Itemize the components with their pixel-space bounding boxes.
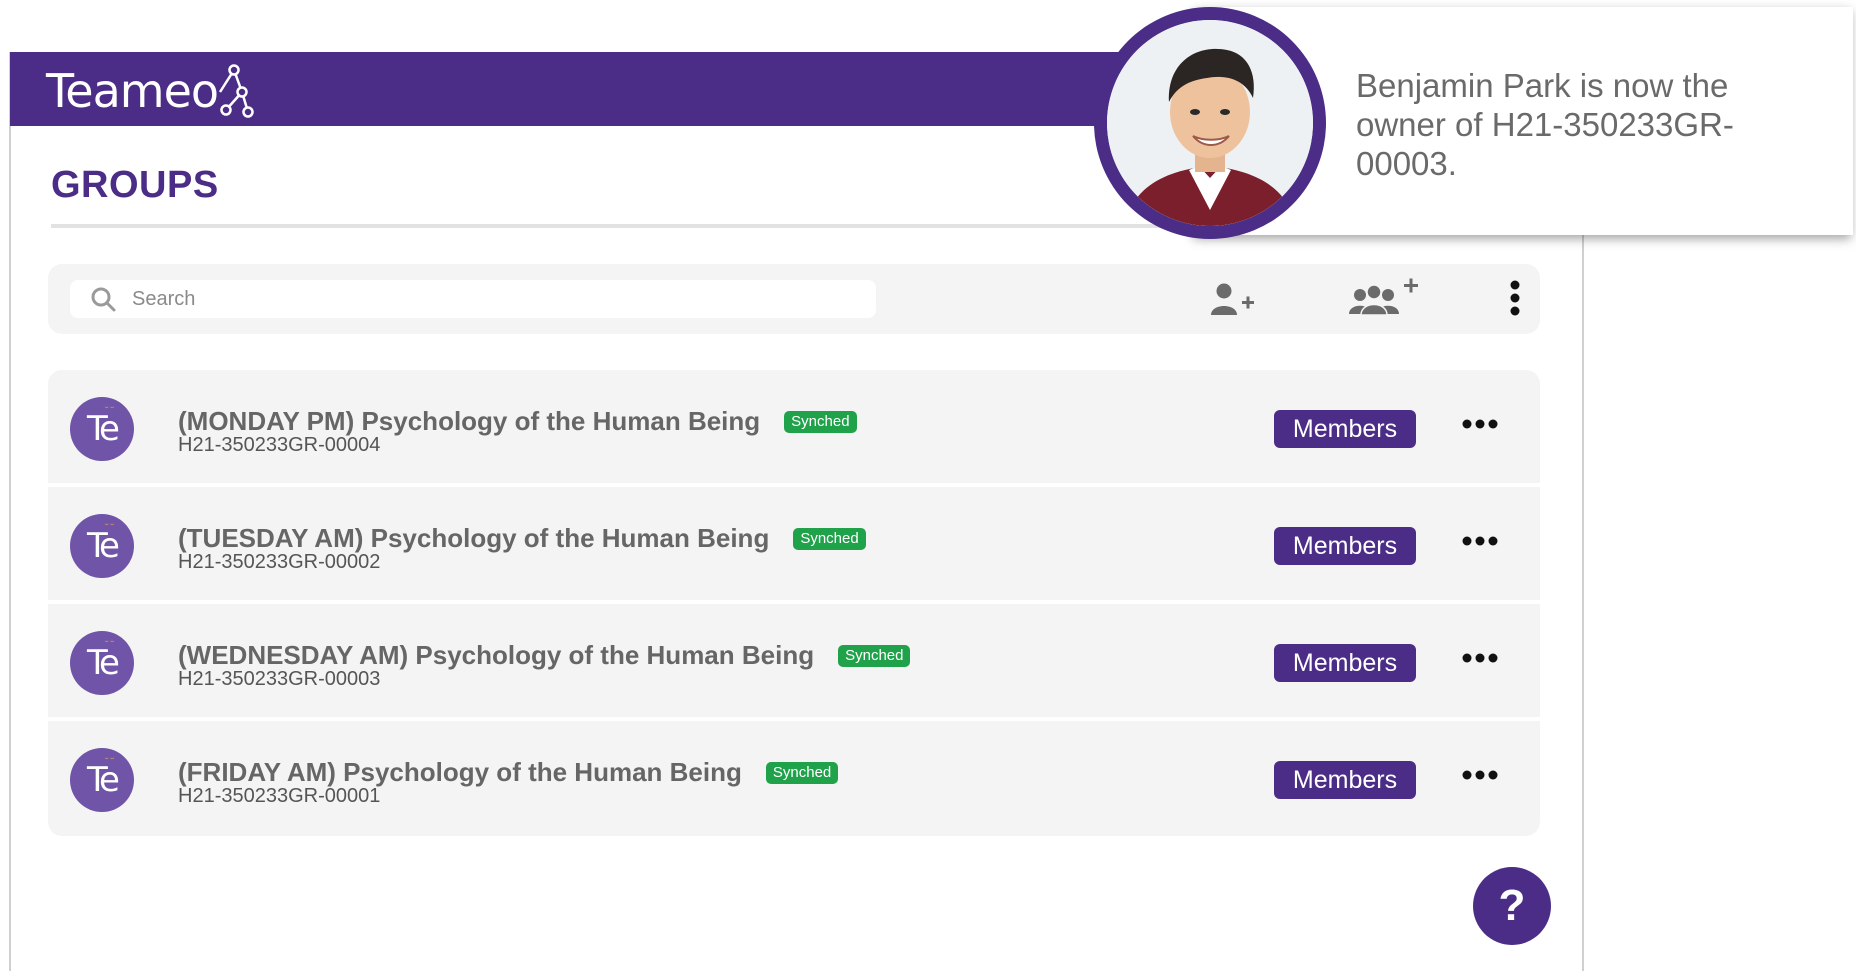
- group-row[interactable]: ˘˘ Te (WEDNESDAY AM) Psychology of the H…: [48, 604, 1540, 717]
- group-avatar: ˘˘ Te: [70, 748, 134, 812]
- help-button[interactable]: ?: [1473, 867, 1551, 945]
- status-badge: Synched: [765, 761, 839, 784]
- group-name[interactable]: (FRIDAY AM) Psychology of the Human Bein…: [178, 757, 742, 788]
- status-badge: Synched: [784, 410, 857, 433]
- groups-toolbar: [48, 264, 1540, 334]
- members-button[interactable]: Members: [1274, 644, 1416, 682]
- group-code: H21-350233GR-00001: [178, 785, 381, 807]
- status-badge: Synched: [838, 644, 911, 667]
- logo-text: Teameo: [46, 64, 219, 118]
- members-button[interactable]: Members: [1274, 761, 1416, 799]
- group-code: H21-350233GR-00004: [178, 434, 381, 456]
- group-list: ˘˘ Te (MONDAY PM) Psychology of the Huma…: [48, 370, 1540, 840]
- more-options-icon[interactable]: [1462, 653, 1498, 663]
- notification-avatar: [1094, 7, 1326, 239]
- group-avatar: ˘˘ Te: [70, 397, 134, 461]
- group-avatar: ˘˘ Te: [70, 514, 134, 578]
- more-options-icon[interactable]: [1462, 770, 1498, 780]
- group-code: H21-350233GR-00003: [178, 668, 381, 690]
- group-row[interactable]: ˘˘ Te (FRIDAY AM) Psychology of the Huma…: [48, 721, 1540, 836]
- group-row[interactable]: ˘˘ Te (TUESDAY AM) Psychology of the Hum…: [48, 487, 1540, 600]
- group-row[interactable]: ˘˘ Te (MONDAY PM) Psychology of the Huma…: [48, 370, 1540, 483]
- add-user-icon[interactable]: [1210, 282, 1258, 316]
- search-input[interactable]: [130, 286, 834, 312]
- add-group-icon[interactable]: [1348, 276, 1420, 316]
- teameo-logo[interactable]: Teameo: [46, 60, 254, 122]
- group-name[interactable]: (MONDAY PM) Psychology of the Human Bein…: [178, 406, 760, 437]
- page-title: GROUPS: [51, 164, 219, 206]
- person-portrait-icon: [1107, 20, 1313, 226]
- search-icon: [91, 287, 116, 312]
- more-options-icon[interactable]: [1462, 419, 1498, 429]
- vertical-ellipsis-icon[interactable]: [1508, 280, 1522, 320]
- user-photo: [1107, 20, 1313, 226]
- members-button[interactable]: Members: [1274, 527, 1416, 565]
- members-button[interactable]: Members: [1274, 410, 1416, 448]
- notification-message: Benjamin Park is now the owner of H21-35…: [1356, 67, 1734, 182]
- group-name[interactable]: (WEDNESDAY AM) Psychology of the Human B…: [178, 640, 814, 671]
- logo-network-icon: [218, 64, 254, 118]
- group-name[interactable]: (TUESDAY AM) Psychology of the Human Bei…: [178, 523, 769, 554]
- more-options-icon[interactable]: [1462, 536, 1498, 546]
- group-avatar: ˘˘ Te: [70, 631, 134, 695]
- search-box[interactable]: [70, 280, 876, 318]
- status-badge: Synched: [793, 527, 866, 550]
- group-code: H21-350233GR-00002: [178, 551, 381, 573]
